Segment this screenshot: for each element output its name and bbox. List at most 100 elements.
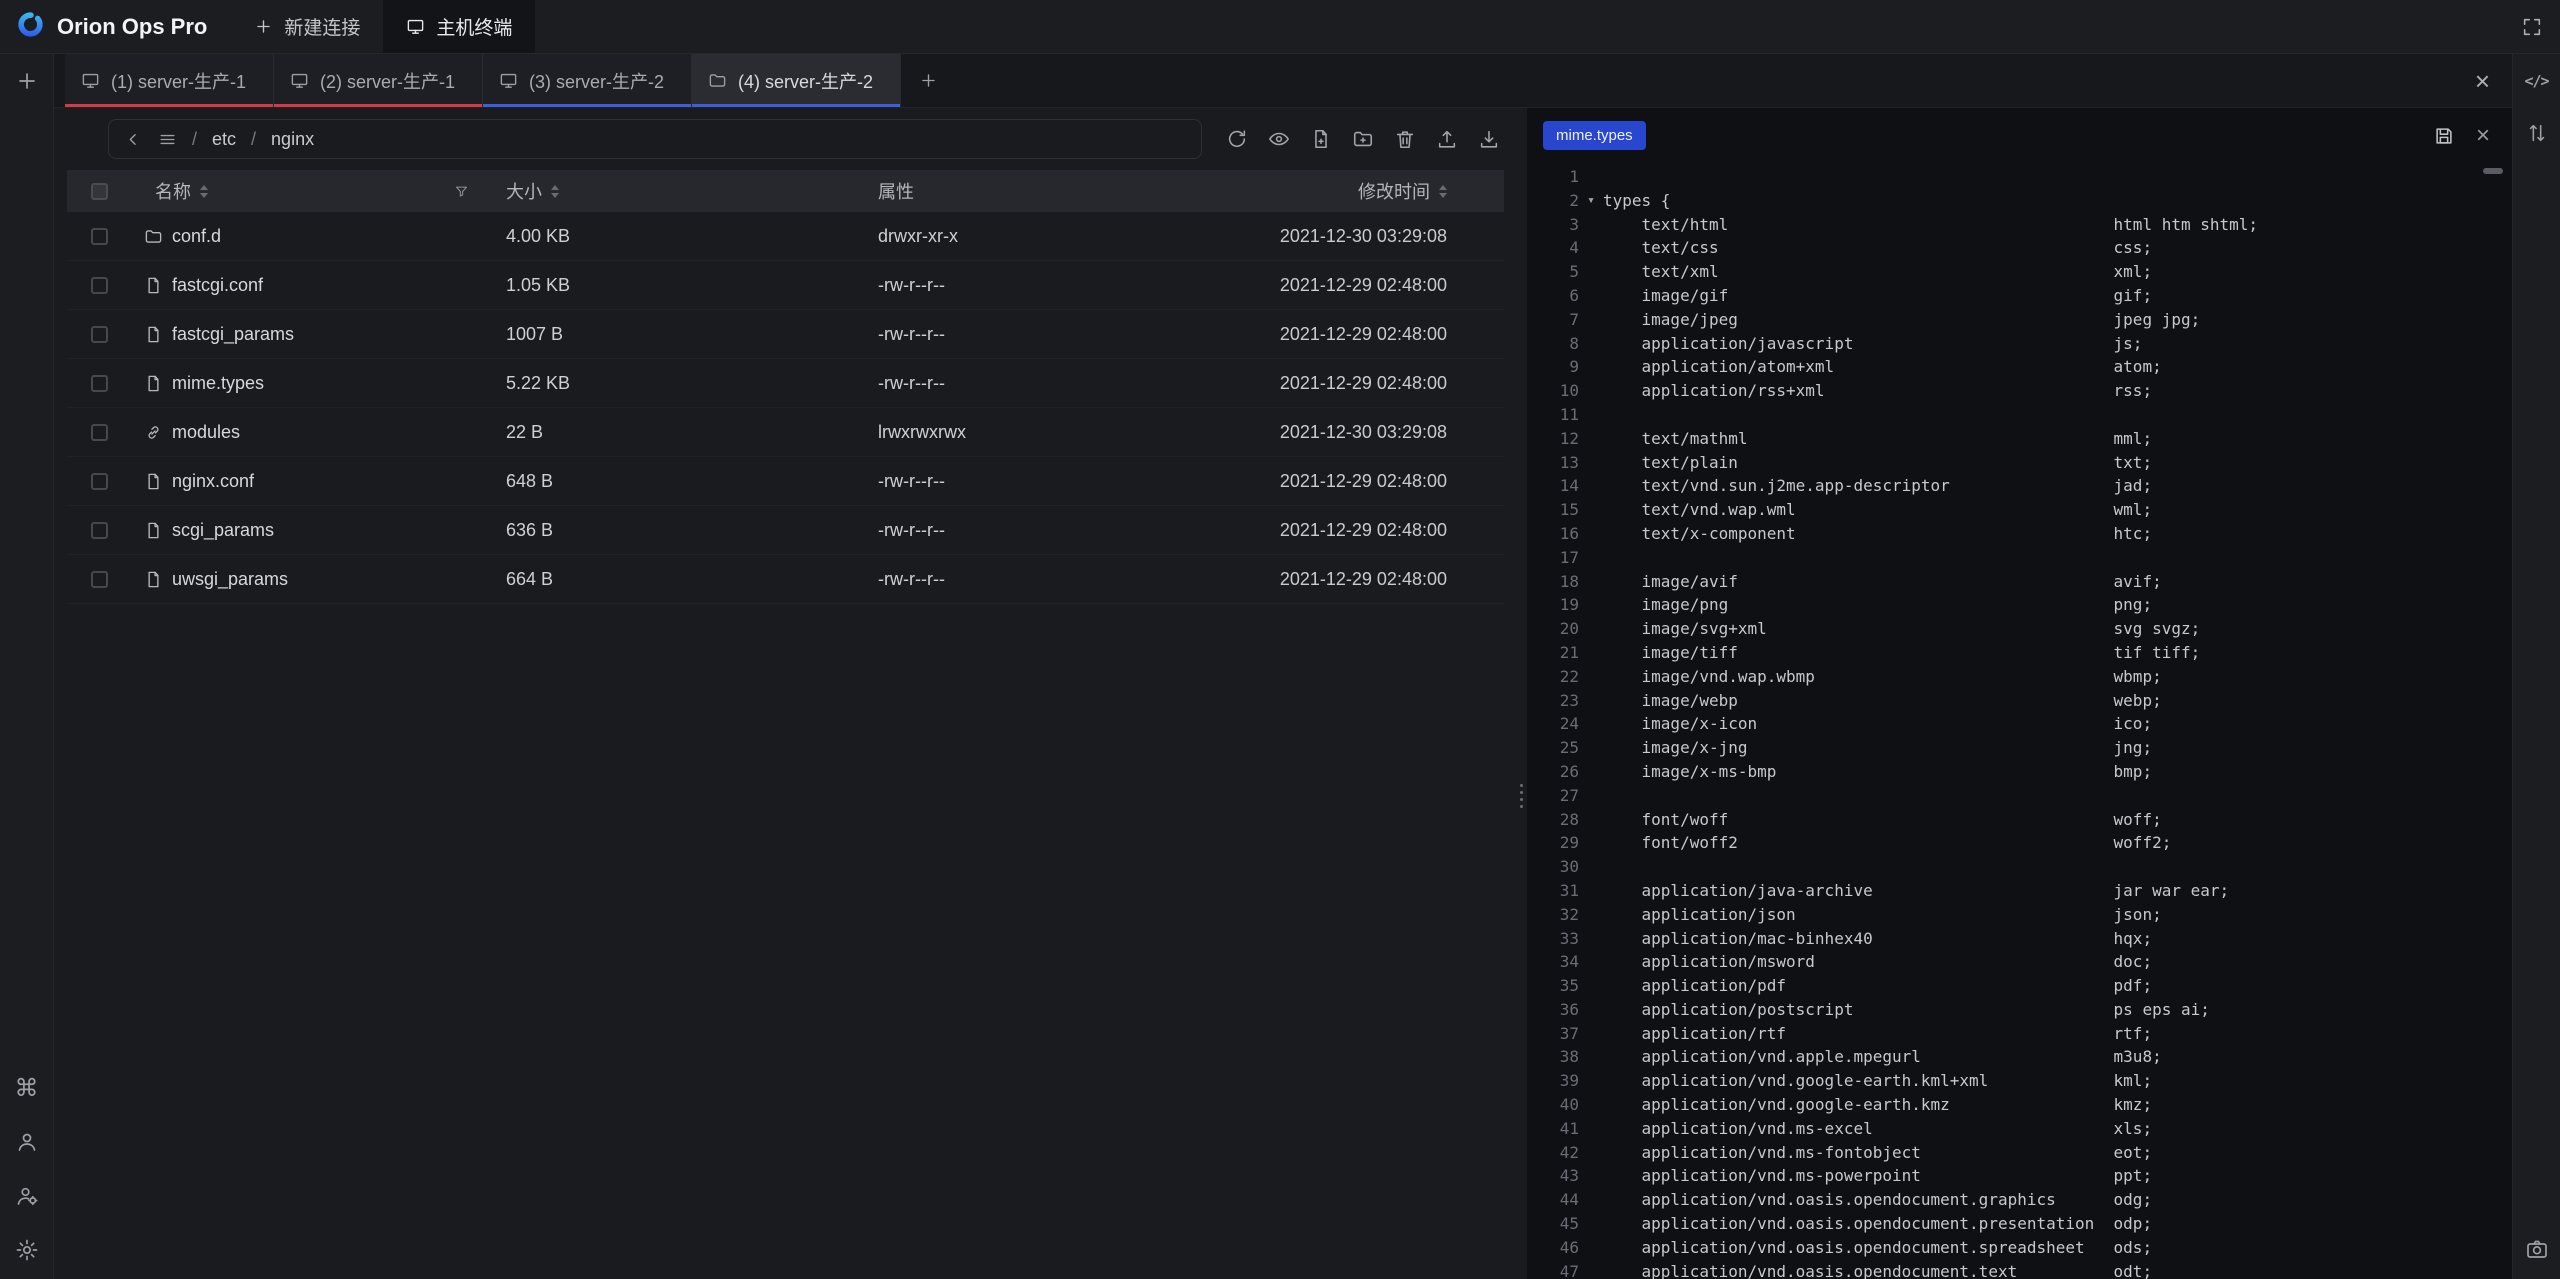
- file-name[interactable]: modules: [172, 422, 240, 443]
- fullscreen-icon[interactable]: [2504, 0, 2560, 53]
- code-snippets-icon[interactable]: </>: [2524, 72, 2548, 90]
- right-toolbar: </>: [2512, 54, 2560, 1279]
- line-number: 10: [1527, 379, 1579, 403]
- line-number: 29: [1527, 831, 1579, 855]
- scroll-sync-icon[interactable]: [2526, 122, 2548, 144]
- line-number: 19: [1527, 593, 1579, 617]
- line-number: 14: [1527, 474, 1579, 498]
- path-segment-etc[interactable]: etc: [212, 129, 236, 150]
- preview-eye-icon[interactable]: [1268, 128, 1290, 150]
- line-number: 32: [1527, 903, 1579, 927]
- line-number: 13: [1527, 451, 1579, 475]
- line-number: 7: [1527, 308, 1579, 332]
- delete-icon[interactable]: [1394, 128, 1416, 150]
- fold-icon[interactable]: ▾: [1579, 189, 1603, 213]
- topbar-spacer: [535, 0, 2504, 53]
- line-number: 1: [1527, 165, 1579, 189]
- file-permissions: -rw-r--r--: [867, 471, 1197, 492]
- menu-new-connection[interactable]: 新建连接: [231, 0, 383, 53]
- column-header-mtime[interactable]: 修改时间: [1197, 178, 1504, 204]
- line-number: 24: [1527, 712, 1579, 736]
- settings-gear-icon[interactable]: [15, 1238, 39, 1262]
- row-checkbox[interactable]: [91, 424, 108, 441]
- row-checkbox[interactable]: [91, 473, 108, 490]
- download-icon[interactable]: [1478, 128, 1500, 150]
- file-row[interactable]: nginx.conf 648 B -rw-r--r-- 2021-12-29 0…: [67, 457, 1504, 506]
- file-name[interactable]: conf.d: [172, 226, 221, 247]
- session-tab[interactable]: (3) server-生产-2: [483, 54, 692, 107]
- editor-body[interactable]: 12▾3456789101112131415161718192021222324…: [1527, 163, 2512, 1279]
- line-number: 23: [1527, 689, 1579, 713]
- session-tab[interactable]: (1) server-生产-1: [65, 54, 274, 107]
- line-number: 11: [1527, 403, 1579, 427]
- row-checkbox[interactable]: [91, 522, 108, 539]
- select-all-checkbox[interactable]: [91, 183, 108, 200]
- path-list-icon[interactable]: [158, 130, 177, 149]
- save-icon[interactable]: [2433, 125, 2455, 147]
- user-icon[interactable]: [15, 1130, 39, 1154]
- row-checkbox[interactable]: [91, 277, 108, 294]
- menu-new-connection-label: 新建连接: [284, 13, 360, 40]
- splitter-grip-icon: [1520, 784, 1523, 808]
- editor-file-tab[interactable]: mime.types: [1543, 121, 1646, 150]
- file-name[interactable]: fastcgi_params: [172, 324, 294, 345]
- line-number: 35: [1527, 974, 1579, 998]
- new-session-icon[interactable]: [15, 69, 39, 93]
- session-tab[interactable]: (4) server-生产-2: [692, 54, 901, 107]
- editor-panel: mime.types × 12▾345678910111213141516171…: [1527, 108, 2512, 1279]
- column-header-size[interactable]: 大小: [492, 178, 867, 204]
- account-settings-icon[interactable]: [15, 1184, 39, 1208]
- session-tab-label: (4) server-生产-2: [738, 68, 873, 94]
- file-row[interactable]: fastcgi_params 1007 B -rw-r--r-- 2021-12…: [67, 310, 1504, 359]
- file-name[interactable]: scgi_params: [172, 520, 274, 541]
- path-separator: /: [251, 129, 256, 150]
- path-root[interactable]: /: [192, 129, 197, 150]
- row-checkbox[interactable]: [91, 571, 108, 588]
- line-number: 6: [1527, 284, 1579, 308]
- line-number: 5: [1527, 260, 1579, 284]
- file-name[interactable]: fastcgi.conf: [172, 275, 263, 296]
- refresh-icon[interactable]: [1226, 128, 1248, 150]
- line-number: 28: [1527, 808, 1579, 832]
- file-row[interactable]: mime.types 5.22 KB -rw-r--r-- 2021-12-29…: [67, 359, 1504, 408]
- path-segment-nginx[interactable]: nginx: [271, 129, 314, 150]
- code-content[interactable]: types { text/html html htm shtml; text/c…: [1603, 165, 2258, 1279]
- filter-icon[interactable]: [454, 184, 469, 199]
- editor-header: mime.types ×: [1527, 108, 2512, 163]
- file-row[interactable]: conf.d 4.00 KB drwxr-xr-x 2021-12-30 03:…: [67, 212, 1504, 261]
- new-tab-button[interactable]: [901, 54, 955, 107]
- upload-icon[interactable]: [1436, 128, 1458, 150]
- file-name[interactable]: uwsgi_params: [172, 569, 288, 590]
- file-permissions: drwxr-xr-x: [867, 226, 1197, 247]
- screenshot-camera-icon[interactable]: [2525, 1237, 2549, 1261]
- file-name[interactable]: mime.types: [172, 373, 264, 394]
- file-type-icon: [144, 472, 163, 491]
- row-checkbox[interactable]: [91, 228, 108, 245]
- editor-scrollbar-thumb[interactable]: [2483, 168, 2503, 174]
- editor-close-icon[interactable]: ×: [2476, 124, 2490, 148]
- session-tab[interactable]: (2) server-生产-1: [274, 54, 483, 107]
- file-row[interactable]: scgi_params 636 B -rw-r--r-- 2021-12-29 …: [67, 506, 1504, 555]
- file-row[interactable]: fastcgi.conf 1.05 KB -rw-r--r-- 2021-12-…: [67, 261, 1504, 310]
- line-number: 12: [1527, 427, 1579, 451]
- line-number: 31: [1527, 879, 1579, 903]
- new-folder-icon[interactable]: [1352, 128, 1374, 150]
- row-checkbox[interactable]: [91, 326, 108, 343]
- column-header-name[interactable]: 名称: [131, 178, 492, 204]
- editor-gutter: 12▾3456789101112131415161718192021222324…: [1527, 165, 1603, 1279]
- file-size: 648 B: [492, 471, 867, 492]
- back-icon[interactable]: [124, 130, 143, 149]
- file-row[interactable]: modules 22 B lrwxrwxrwx 2021-12-30 03:29…: [67, 408, 1504, 457]
- sort-icon: [1439, 185, 1447, 198]
- line-number: 15: [1527, 498, 1579, 522]
- close-terminal-icon[interactable]: ×: [2475, 68, 2490, 94]
- row-checkbox[interactable]: [91, 375, 108, 392]
- command-palette-icon[interactable]: ⌘: [15, 1076, 39, 1100]
- file-size: 1007 B: [492, 324, 867, 345]
- panel-splitter[interactable]: [1517, 108, 1527, 1279]
- menu-host-terminal[interactable]: 主机终端: [383, 0, 535, 53]
- file-row[interactable]: uwsgi_params 664 B -rw-r--r-- 2021-12-29…: [67, 555, 1504, 604]
- file-name[interactable]: nginx.conf: [172, 471, 254, 492]
- session-tab-label: (1) server-生产-1: [111, 68, 246, 94]
- new-file-icon[interactable]: [1310, 128, 1332, 150]
